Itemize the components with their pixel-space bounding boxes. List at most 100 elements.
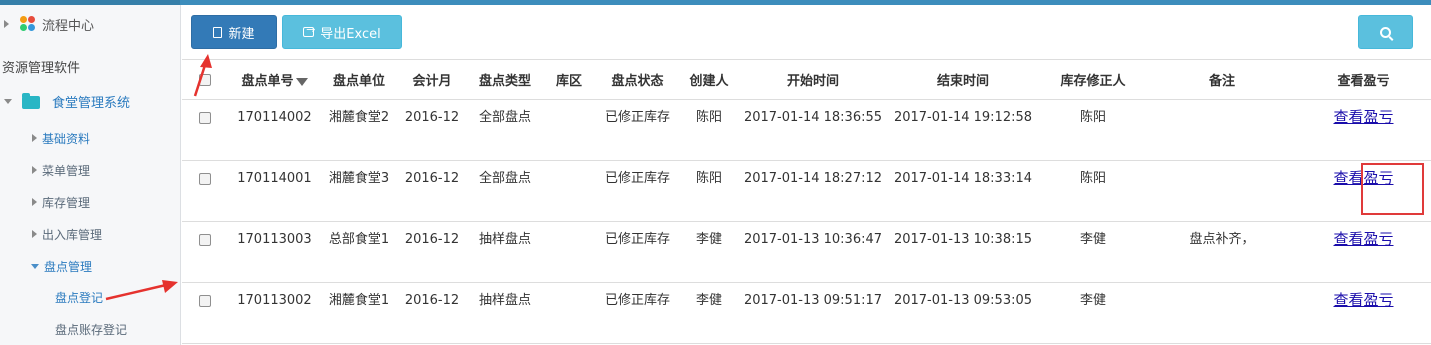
sidebar-item-label: 流程中心 (42, 18, 95, 34)
column-header-status: 盘点状态 (595, 59, 680, 100)
cell-area (543, 282, 595, 344)
cell-start: 2017-01-14 18:27:12 (738, 160, 888, 222)
cell-no: 170114001 (228, 160, 321, 222)
cell-start: 2017-01-13 10:36:47 (738, 221, 888, 283)
column-header-remark: 备注 (1148, 59, 1296, 100)
column-header-fixer: 库存修正人 (1038, 59, 1148, 100)
table-row: 170114002 湘麓食堂2 2016-12 全部盘点 已修正库存 陈阳 20… (182, 99, 1431, 161)
export-excel-button[interactable]: 导出Excel (282, 15, 402, 49)
caret-right-icon (32, 198, 37, 206)
column-header-type: 盘点类型 (467, 59, 543, 100)
export-button-label: 导出Excel (320, 26, 381, 42)
sidebar-section-title: 资源管理软件 (0, 50, 180, 82)
row-select[interactable] (182, 221, 228, 283)
cell-end: 2017-01-13 09:53:05 (888, 282, 1038, 344)
row-checkbox[interactable] (199, 295, 211, 307)
column-header-no[interactable]: 盘点单号 (228, 59, 321, 100)
select-all-header[interactable] (182, 59, 228, 100)
row-checkbox[interactable] (199, 234, 211, 246)
caret-right-icon (32, 134, 37, 142)
cell-no: 170113002 (228, 282, 321, 344)
new-button[interactable]: 新建 (191, 15, 277, 49)
cell-area (543, 99, 595, 161)
top-bar (0, 0, 1431, 5)
cell-end: 2017-01-14 19:12:58 (888, 99, 1038, 161)
caret-down-icon (4, 98, 12, 104)
cell-month: 2016-12 (397, 99, 467, 161)
sidebar-subitem-stocktake-register[interactable]: 盘点登记 (0, 281, 180, 313)
cell-start: 2017-01-14 18:36:55 (738, 99, 888, 161)
sidebar-item-process-center[interactable]: 流程中心 (0, 8, 180, 40)
cell-end: 2017-01-14 18:33:14 (888, 160, 1038, 222)
column-header-area: 库区 (543, 59, 595, 100)
cell-remark (1148, 99, 1296, 161)
cell-type: 全部盘点 (467, 160, 543, 222)
cell-month: 2016-12 (397, 221, 467, 283)
sidebar-group-label: 盘点管理 (44, 259, 93, 274)
cell-unit: 湘麓食堂3 (321, 160, 397, 222)
table-row: 170114001 湘麓食堂3 2016-12 全部盘点 已修正库存 陈阳 20… (182, 160, 1431, 222)
sidebar-item-canteen-system[interactable]: 食堂管理系统 (0, 85, 180, 117)
sidebar-subitem-account-register[interactable]: 盘点账存登记 (0, 313, 180, 345)
cell-end: 2017-01-13 10:38:15 (888, 221, 1038, 283)
row-select[interactable] (182, 160, 228, 222)
column-header-view: 查看盈亏 (1296, 59, 1431, 100)
export-icon (303, 23, 316, 37)
column-header-end: 结束时间 (888, 59, 1038, 100)
cell-remark (1148, 282, 1296, 344)
cell-view: 查看盈亏 (1296, 221, 1431, 283)
sidebar-subitem-label: 盘点登记 (55, 290, 104, 305)
caret-right-icon (4, 20, 9, 28)
cell-area (543, 160, 595, 222)
cell-status: 已修正库存 (595, 160, 680, 222)
sidebar-group-label: 菜单管理 (42, 163, 91, 178)
sidebar-group-inout[interactable]: 出入库管理 (0, 218, 180, 250)
cell-month: 2016-12 (397, 160, 467, 222)
cell-view: 查看盈亏 (1296, 282, 1431, 344)
sidebar-group-basic-data[interactable]: 基础资料 (0, 122, 180, 154)
cell-fixer: 陈阳 (1038, 99, 1148, 161)
column-header-month: 会计月 (397, 59, 467, 100)
column-header-creator: 创建人 (680, 59, 738, 100)
cell-no: 170113003 (228, 221, 321, 283)
sidebar-group-inventory[interactable]: 库存管理 (0, 186, 180, 218)
row-select[interactable] (182, 99, 228, 161)
cell-month: 2016-12 (397, 282, 467, 344)
sidebar-group-stocktake[interactable]: 盘点管理 (0, 250, 180, 282)
cell-status: 已修正库存 (595, 221, 680, 283)
cell-status: 已修正库存 (595, 99, 680, 161)
row-select[interactable] (182, 282, 228, 344)
cell-no: 170114002 (228, 99, 321, 161)
cell-status: 已修正库存 (595, 282, 680, 344)
cell-view: 查看盈亏 (1296, 99, 1431, 161)
cell-unit: 湘麓食堂1 (321, 282, 397, 344)
sidebar-group-menu[interactable]: 菜单管理 (0, 154, 180, 186)
cell-fixer: 陈阳 (1038, 160, 1148, 222)
column-header-start: 开始时间 (738, 59, 888, 100)
cell-unit: 湘麓食堂2 (321, 99, 397, 161)
sort-desc-icon[interactable] (295, 77, 308, 86)
cell-remark: 盘点补齐， (1148, 221, 1296, 283)
row-checkbox[interactable] (199, 112, 211, 124)
view-profit-loss-link[interactable]: 查看盈亏 (1333, 230, 1393, 248)
select-all-checkbox[interactable] (199, 73, 211, 86)
table-row: 170113003 总部食堂1 2016-12 抽样盘点 已修正库存 李健 20… (182, 221, 1431, 283)
cell-creator: 陈阳 (680, 160, 738, 222)
view-profit-loss-link[interactable]: 查看盈亏 (1333, 108, 1393, 126)
search-button[interactable] (1358, 15, 1413, 49)
new-button-label: 新建 (228, 26, 255, 42)
sidebar: 流程中心 资源管理软件 食堂管理系统 基础资料 菜单管理 库存管理 出入库管理 … (0, 5, 181, 345)
view-profit-loss-link[interactable]: 查看盈亏 (1333, 291, 1393, 309)
folder-icon (22, 93, 40, 109)
row-checkbox[interactable] (199, 173, 211, 185)
highlight-box (1361, 163, 1424, 215)
sidebar-group-label: 库存管理 (42, 195, 91, 210)
column-header-unit: 盘点单位 (321, 59, 397, 100)
table-row: 170113002 湘麓食堂1 2016-12 抽样盘点 已修正库存 李健 20… (182, 282, 1431, 344)
table-header-row: 盘点单号 盘点单位 会计月 盘点类型 库区 盘点状态 创建人 开始时间 结束时间… (182, 59, 1431, 100)
sidebar-subitem-label: 盘点账存登记 (55, 322, 128, 337)
app-flower-icon (20, 16, 36, 32)
search-icon (1380, 26, 1391, 38)
cell-start: 2017-01-13 09:51:17 (738, 282, 888, 344)
stocktake-table: 盘点单号 盘点单位 会计月 盘点类型 库区 盘点状态 创建人 开始时间 结束时间… (182, 59, 1431, 344)
